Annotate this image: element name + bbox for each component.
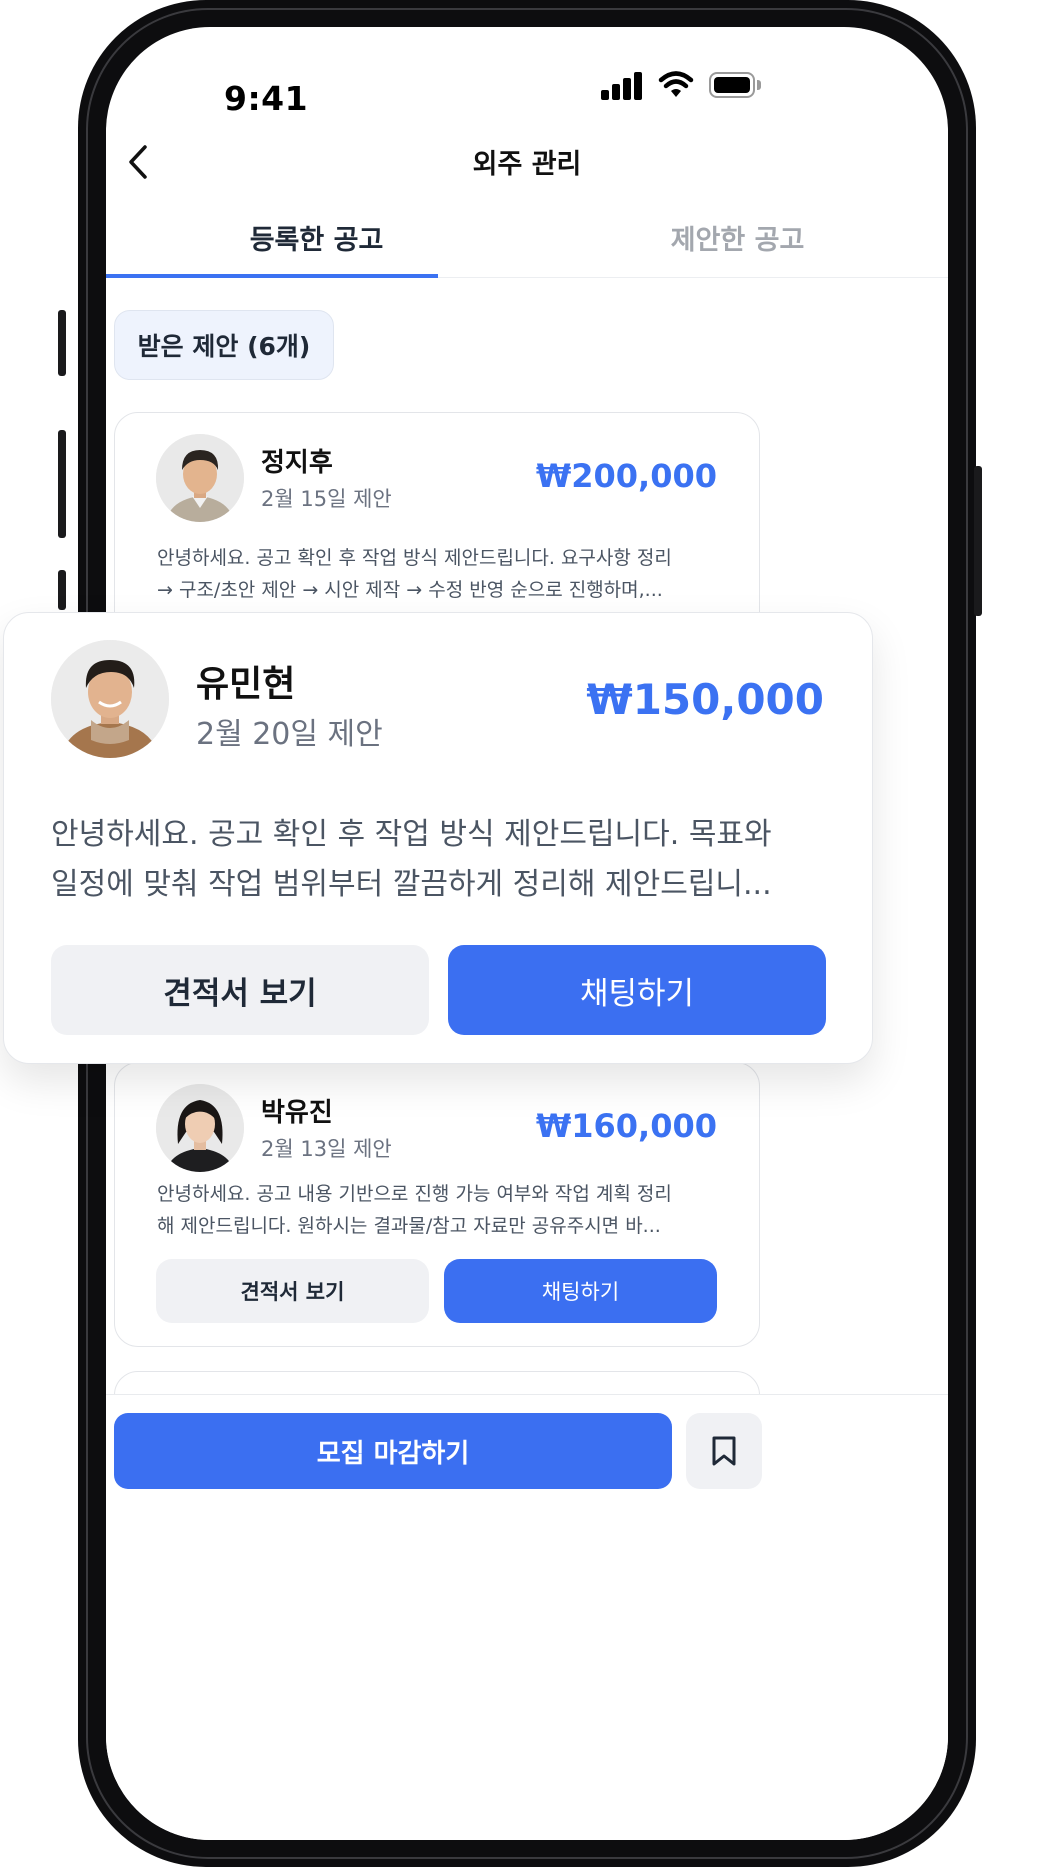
- volume-down-button: [58, 570, 66, 610]
- view-quote-button[interactable]: 견적서 보기: [51, 945, 429, 1035]
- proposal-description-line: 해 제안드립니다. 원하시는 결과물/참고 자료만 공유주시면 바...: [157, 1215, 661, 1237]
- proposal-description-line: 안녕하세요. 공고 확인 후 작업 방식 제안드립니다. 목표와: [51, 817, 772, 852]
- signal-icon: [601, 72, 645, 100]
- tab-proposed-posts[interactable]: 제안한 공고: [527, 221, 948, 279]
- proposal-date: 2월 20일 제안: [196, 717, 383, 752]
- proposal-card[interactable]: 박유진 2월 13일 제안 ₩160,000 안녕하세요. 공고 내용 기반으로…: [114, 1062, 760, 1347]
- status-time: 9:41: [224, 79, 309, 118]
- proposal-date: 2월 13일 제안: [261, 1137, 392, 1161]
- proposal-price: ₩200,000: [535, 457, 717, 495]
- proposal-price: ₩160,000: [535, 1107, 717, 1145]
- chat-button[interactable]: 채팅하기: [444, 1259, 717, 1323]
- proposal-description-line: 일정에 맞춰 작업 범위부터 깔끔하게 정리해 제안드립니...: [51, 867, 772, 902]
- proposal-price: ₩150,000: [586, 675, 824, 724]
- received-proposals-chip[interactable]: 받은 제안 (6개): [114, 310, 334, 380]
- bookmark-button[interactable]: [686, 1413, 762, 1489]
- volume-up-button: [58, 430, 66, 538]
- mute-switch: [58, 310, 66, 376]
- proposer-name: 유민현: [196, 664, 296, 705]
- chat-button[interactable]: 채팅하기: [448, 945, 826, 1035]
- proposer-name: 박유진: [261, 1098, 333, 1128]
- highlighted-proposal-card[interactable]: 유민현 2월 20일 제안 ₩150,000 안녕하세요. 공고 확인 후 작업…: [3, 612, 873, 1064]
- battery-icon: [709, 72, 761, 98]
- proposal-date: 2월 15일 제안: [261, 487, 392, 511]
- avatar: [156, 1084, 244, 1172]
- tab-registered-posts[interactable]: 등록한 공고: [106, 221, 527, 279]
- bookmark-icon: [712, 1436, 736, 1466]
- proposal-description-line: 안녕하세요. 공고 내용 기반으로 진행 가능 여부와 작업 계획 정리: [157, 1183, 672, 1205]
- tab-active-indicator: [106, 274, 438, 278]
- close-recruitment-button[interactable]: 모집 마감하기: [114, 1413, 672, 1489]
- wifi-icon: [658, 71, 694, 97]
- proposal-description-line: → 구조/초안 제안 → 시안 제작 → 수정 반영 순으로 진행하며,...: [157, 579, 663, 601]
- view-quote-button[interactable]: 견적서 보기: [156, 1259, 429, 1323]
- proposal-description-line: 안녕하세요. 공고 확인 후 작업 방식 제안드립니다. 요구사항 정리: [157, 547, 672, 569]
- proposer-name: 정지후: [261, 448, 333, 478]
- avatar: [51, 640, 169, 758]
- power-button: [974, 466, 982, 616]
- page-title: 외주 관리: [472, 149, 582, 180]
- avatar: [156, 434, 244, 522]
